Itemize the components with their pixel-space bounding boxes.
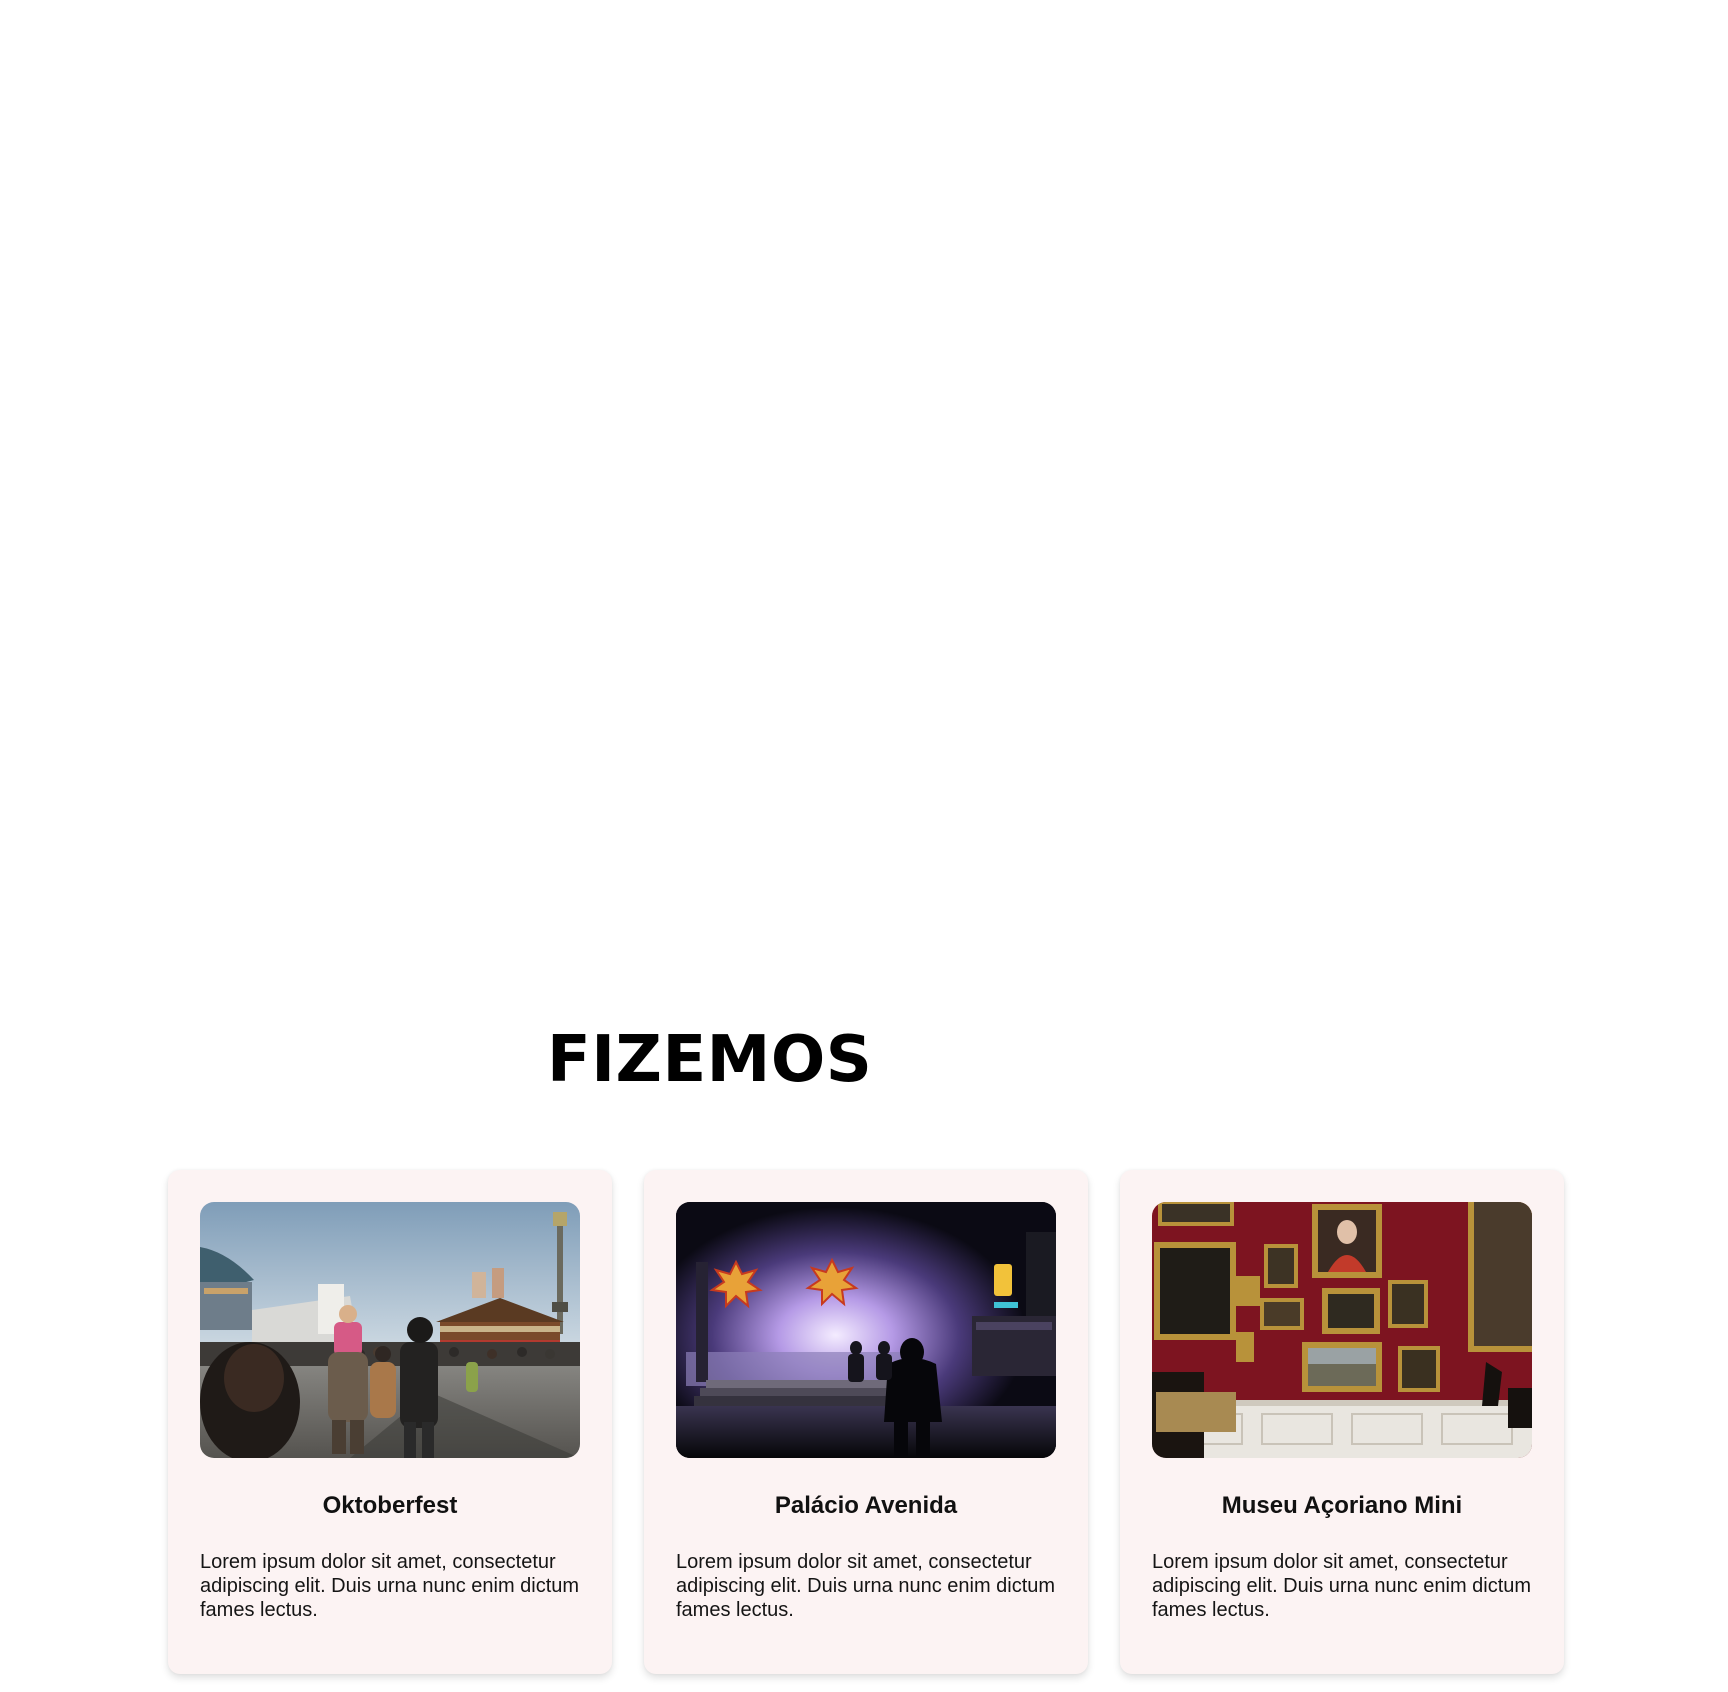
- card-title: Oktoberfest: [322, 1492, 458, 1519]
- card-title: Museu Açoriano Mini: [1221, 1492, 1463, 1519]
- museu-acoriano-photo: [1152, 1202, 1532, 1458]
- cards-row: Oktoberfest Lorem ipsum dolor sit amet, …: [168, 1170, 1564, 1678]
- card-palacio-avenida[interactable]: Palácio Avenida Lorem ipsum dolor sit am…: [644, 1170, 1088, 1674]
- card-description: Lorem ipsum dolor sit amet, consectetur …: [1152, 1551, 1532, 1621]
- card-title: Palácio Avenida: [774, 1492, 958, 1519]
- palacio-avenida-photo: [676, 1202, 1056, 1458]
- card-description: Lorem ipsum dolor sit amet, consectetur …: [676, 1551, 1056, 1621]
- section-title: FIZEMOS: [547, 1023, 873, 1097]
- oktoberfest-photo: [200, 1202, 580, 1458]
- card-description: Lorem ipsum dolor sit amet, consectetur …: [200, 1551, 580, 1621]
- card-museu-acoriano-mini[interactable]: Museu Açoriano Mini Lorem ipsum dolor si…: [1120, 1170, 1564, 1674]
- card-oktoberfest[interactable]: Oktoberfest Lorem ipsum dolor sit amet, …: [168, 1170, 612, 1674]
